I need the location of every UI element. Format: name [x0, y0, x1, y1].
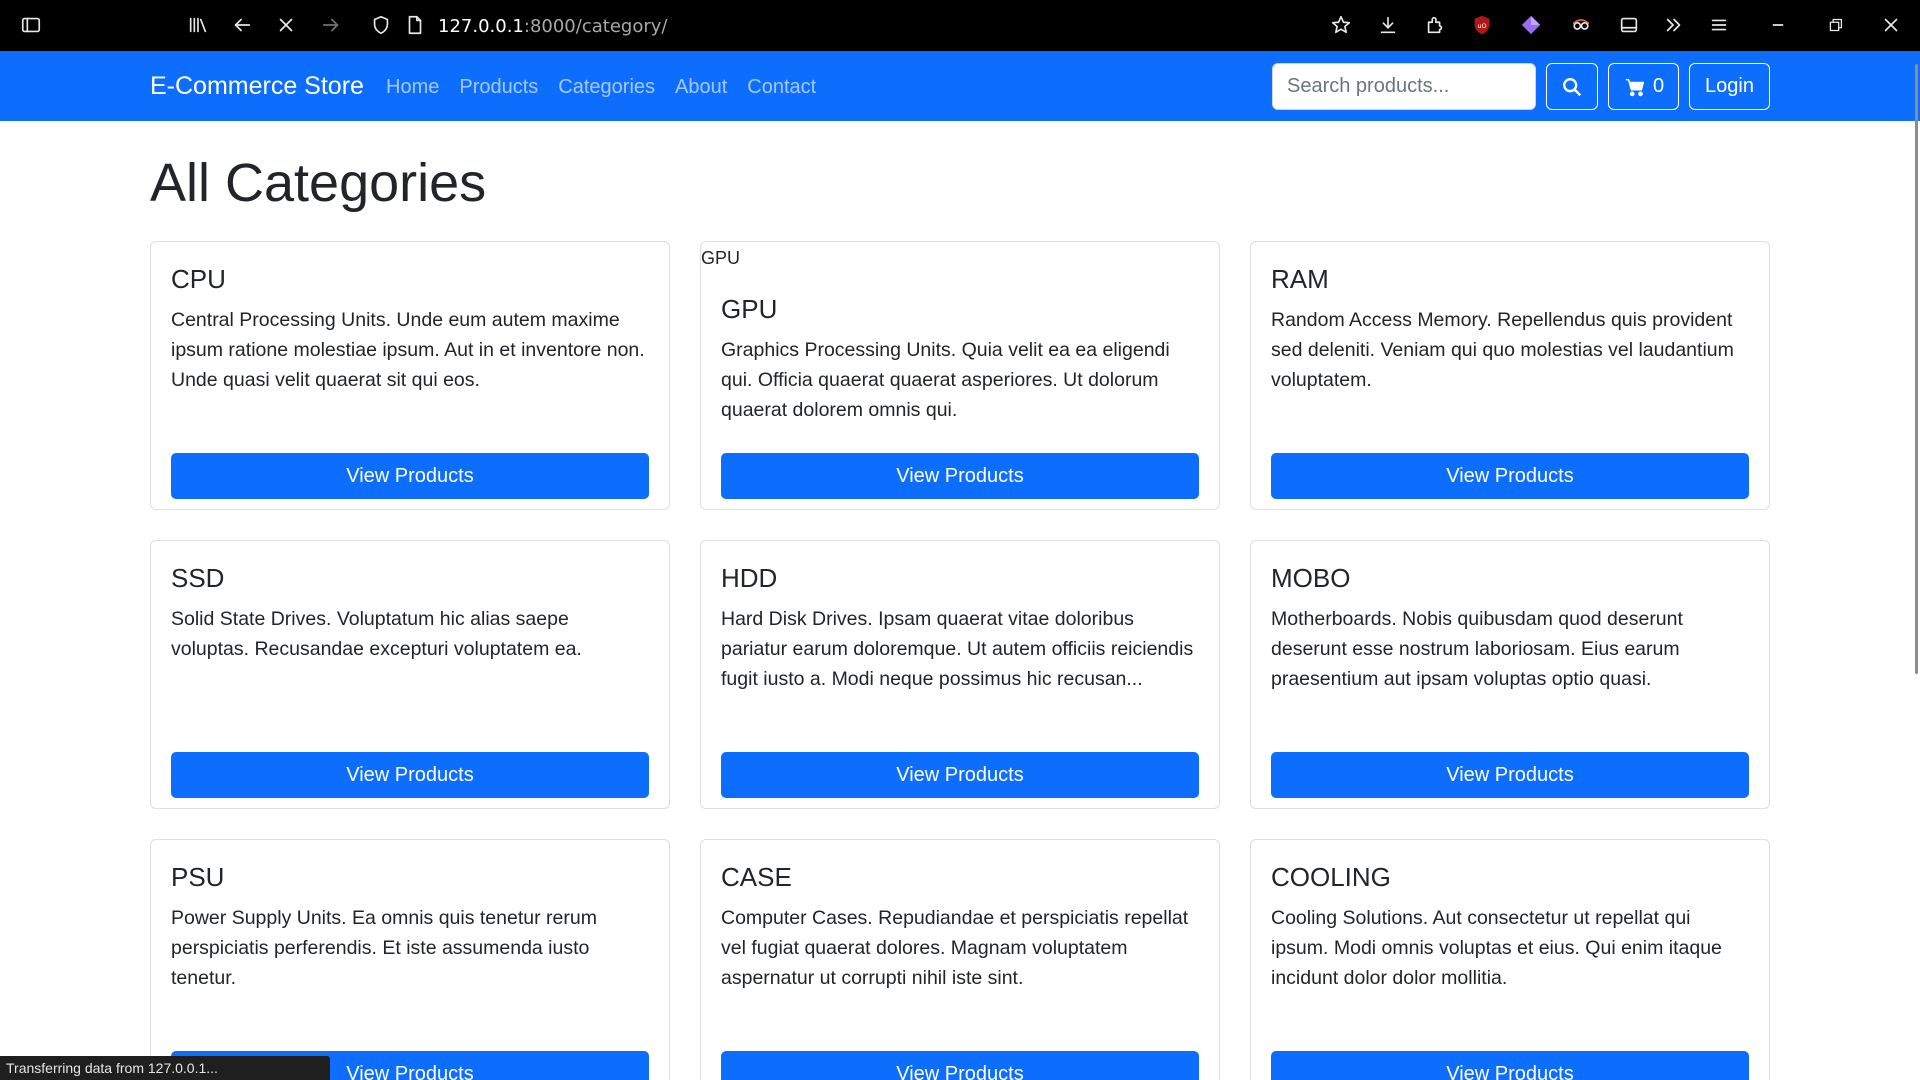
category-card-cpu: CPU Central Processing Units. Unde eum a…: [150, 241, 670, 510]
ublock-origin-icon[interactable]: uO: [1469, 12, 1495, 38]
url-host: 127.0.0.1: [438, 16, 524, 37]
category-card-ssd: SSD Solid State Drives. Voluptatum hic a…: [150, 540, 670, 809]
category-image-alt: GPU: [701, 248, 741, 268]
category-card-cooling: COOLING Cooling Solutions. Aut consectet…: [1250, 839, 1770, 1080]
category-description: Motherboards. Nobis quibusdam quod deser…: [1271, 608, 1683, 691]
category-card-ram: RAM Random Access Memory. Repellendus qu…: [1250, 241, 1770, 510]
category-card-hdd: HDD Hard Disk Drives. Ipsam quaerat vita…: [700, 540, 1220, 809]
download-icon[interactable]: [1375, 12, 1401, 38]
extensions-icon[interactable]: [1422, 12, 1448, 38]
category-card-case: CASE Computer Cases. Repudiandae et pers…: [700, 839, 1220, 1080]
category-title: PSU: [171, 862, 225, 892]
browser-toolbar: 127.0.0.1:8000/category/ uO: [0, 0, 1920, 51]
search-input[interactable]: [1272, 63, 1536, 110]
reader-view-icon[interactable]: [1616, 12, 1642, 38]
view-products-button[interactable]: View Products: [721, 453, 1199, 499]
category-grid: CPU Central Processing Units. Unde eum a…: [150, 241, 1770, 1080]
category-description: Random Access Memory. Repellendus quis p…: [1271, 309, 1734, 392]
category-title: SSD: [171, 563, 225, 593]
brand-link[interactable]: E-Commerce Store: [150, 72, 364, 101]
search-button[interactable]: [1546, 63, 1598, 110]
restore-window-icon[interactable]: [1822, 12, 1848, 38]
category-title: HDD: [721, 563, 778, 593]
category-card-gpu: GPU GPU Graphics Processing Units. Quia …: [700, 241, 1220, 510]
view-products-button[interactable]: View Products: [1271, 453, 1749, 499]
category-title: RAM: [1271, 264, 1329, 294]
status-bar: Transferring data from 127.0.0.1...: [0, 1056, 330, 1080]
scrollbar-thumb[interactable]: [1915, 64, 1918, 674]
page-info-icon[interactable]: [402, 12, 428, 38]
category-description: Power Supply Units. Ea omnis quis tenetu…: [171, 907, 597, 990]
shield-icon[interactable]: [368, 12, 394, 38]
category-card-psu: PSU Power Supply Units. Ea omnis quis te…: [150, 839, 670, 1080]
nav-links: Home Products Categories About Contact: [386, 76, 816, 99]
close-window-icon[interactable]: [1878, 12, 1904, 38]
view-products-button[interactable]: View Products: [1271, 1051, 1749, 1080]
view-products-button[interactable]: View Products: [1271, 752, 1749, 798]
category-card-mobo: MOBO Motherboards. Nobis quibusdam quod …: [1250, 540, 1770, 809]
minimize-window-icon[interactable]: [1765, 12, 1791, 38]
site-navbar: E-Commerce Store Home Products Categorie…: [0, 51, 1920, 121]
category-title: COOLING: [1271, 862, 1391, 892]
library-icon[interactable]: [185, 12, 211, 38]
category-description: Central Processing Units. Unde eum autem…: [171, 309, 645, 392]
category-description: Graphics Processing Units. Quia velit ea…: [721, 339, 1170, 422]
privacy-badger-icon[interactable]: [1568, 12, 1594, 38]
url-path: :8000/category/: [523, 16, 668, 37]
nav-link-categories[interactable]: Categories: [558, 76, 655, 99]
nav-link-about[interactable]: About: [675, 76, 727, 99]
nav-link-contact[interactable]: Contact: [747, 76, 816, 99]
category-description: Computer Cases. Repudiandae et perspicia…: [721, 907, 1189, 990]
nav-link-home[interactable]: Home: [386, 76, 439, 99]
page-title: All Categories: [150, 153, 487, 213]
sidebar-toggle-icon[interactable]: [18, 12, 44, 38]
category-description: Hard Disk Drives. Ipsam quaerat vitae do…: [721, 608, 1194, 691]
view-products-button[interactable]: View Products: [171, 752, 649, 798]
search-icon: [1561, 76, 1583, 98]
page-scrollbar[interactable]: [1914, 64, 1920, 674]
url-bar[interactable]: 127.0.0.1:8000/category/: [438, 16, 667, 37]
category-title: GPU: [721, 294, 778, 324]
forward-icon[interactable]: [318, 12, 344, 38]
gem-extension-icon[interactable]: [1518, 12, 1544, 38]
stop-loading-icon[interactable]: [273, 12, 299, 38]
view-products-button[interactable]: View Products: [721, 752, 1199, 798]
category-title: CASE: [721, 862, 792, 892]
cart-button[interactable]: 0: [1608, 63, 1679, 110]
category-description: Solid State Drives. Voluptatum hic alias…: [171, 608, 582, 661]
cart-count-badge: 0: [1652, 75, 1665, 97]
category-title: CPU: [171, 264, 226, 294]
overflow-chevrons-icon[interactable]: [1661, 12, 1687, 38]
cart-icon: [1623, 76, 1647, 98]
view-products-button[interactable]: View Products: [721, 1051, 1199, 1080]
svg-text:uO: uO: [1477, 22, 1486, 30]
bookmark-star-icon[interactable]: [1328, 12, 1354, 38]
nav-link-products[interactable]: Products: [459, 76, 538, 99]
back-icon[interactable]: [229, 12, 255, 38]
category-description: Cooling Solutions. Aut consectetur ut re…: [1271, 907, 1722, 990]
view-products-button[interactable]: View Products: [171, 453, 649, 499]
login-button[interactable]: Login: [1689, 63, 1770, 110]
category-title: MOBO: [1271, 563, 1351, 593]
menu-icon[interactable]: [1706, 12, 1732, 38]
